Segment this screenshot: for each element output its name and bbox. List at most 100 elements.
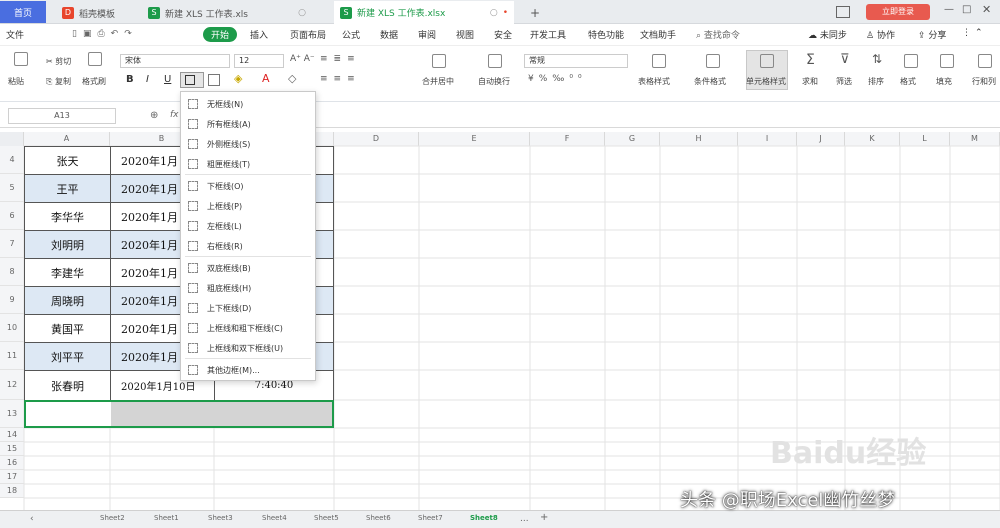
menu-review[interactable]: 审阅 bbox=[418, 28, 436, 41]
border-menu-item[interactable]: 粗底框线(H) bbox=[181, 278, 315, 298]
format-painter-button[interactable]: 格式刷 bbox=[82, 76, 106, 87]
name-cell[interactable]: 王平 bbox=[24, 174, 111, 203]
menu-share[interactable]: ⇪ 分享 bbox=[918, 28, 946, 41]
copy-button[interactable]: ⎘ 复制 bbox=[46, 76, 71, 87]
name-box[interactable]: A13 bbox=[8, 108, 116, 124]
cell-style-button[interactable]: 单元格样式 bbox=[746, 76, 786, 87]
menu-special[interactable]: 特色功能 bbox=[588, 28, 624, 41]
merge-center-button[interactable]: 合并居中 bbox=[422, 76, 454, 87]
cond-format-button[interactable]: 条件格式 bbox=[694, 76, 726, 87]
tab-xlsx-file-active[interactable]: S 新建 XLS 工作表.xlsx ○ • bbox=[334, 1, 514, 24]
name-cell[interactable]: 李建华 bbox=[24, 258, 111, 287]
search-command[interactable]: ⌕ 查找命令 bbox=[696, 28, 740, 41]
quick-access-icons[interactable]: ▯▣⎙↶↷ bbox=[72, 29, 138, 39]
italic-button[interactable]: I bbox=[146, 74, 149, 85]
border-menu-item[interactable]: 上框线(P) bbox=[181, 196, 315, 216]
sort-button[interactable]: 排序 bbox=[868, 76, 884, 87]
minimize-icon[interactable]: — bbox=[944, 4, 954, 15]
menu-doc-helper[interactable]: 文档助手 bbox=[640, 28, 676, 41]
fill-color-icon[interactable]: ◈ bbox=[234, 72, 242, 85]
sheet-tab[interactable]: Sheet3 bbox=[208, 514, 233, 522]
menu-insert[interactable]: 插入 bbox=[250, 28, 268, 41]
menu-security[interactable]: 安全 bbox=[494, 28, 512, 41]
fill-style-icon[interactable] bbox=[208, 74, 220, 86]
name-cell[interactable]: 黄国平 bbox=[24, 314, 111, 343]
tab-close-icon[interactable]: ○ bbox=[298, 8, 306, 18]
login-button[interactable]: 立即登录 bbox=[866, 4, 930, 20]
name-cell[interactable]: 周晓明 bbox=[24, 286, 111, 315]
paste-button[interactable]: 粘贴 bbox=[8, 76, 24, 87]
underline-button[interactable]: U bbox=[164, 74, 171, 85]
eraser-icon[interactable]: ◇ bbox=[288, 72, 296, 85]
menu-page-layout[interactable]: 页面布局 bbox=[290, 28, 326, 41]
tab-close-icon[interactable]: ○ bbox=[490, 8, 498, 18]
tab-docer-template[interactable]: D 稻壳模板 bbox=[56, 2, 121, 24]
sum-button[interactable]: 求和 bbox=[802, 76, 818, 87]
format-icon bbox=[904, 54, 918, 68]
border-menu-item[interactable]: 右框线(R) bbox=[181, 236, 315, 256]
fx-label[interactable]: fx bbox=[170, 110, 179, 120]
border-menu-item[interactable]: 无框线(N) bbox=[181, 94, 315, 114]
border-menu-item[interactable]: 上下框线(D) bbox=[181, 298, 315, 318]
window-layout-icon[interactable] bbox=[836, 6, 850, 18]
sheet-tab[interactable]: Sheet1 bbox=[154, 514, 179, 522]
selected-range[interactable] bbox=[24, 400, 334, 428]
border-menu-item[interactable]: 上框线和粗下框线(C) bbox=[181, 318, 315, 338]
border-button-active[interactable] bbox=[180, 72, 204, 88]
table-style-button[interactable]: 表格样式 bbox=[638, 76, 670, 87]
font-size-select[interactable]: 12 bbox=[234, 54, 284, 68]
number-format-icons[interactable]: ¥%‰⁰⁰ bbox=[528, 74, 587, 84]
auto-wrap-button[interactable]: 自动换行 bbox=[478, 76, 510, 87]
border-menu-item[interactable]: 所有框线(A) bbox=[181, 114, 315, 134]
menu-view[interactable]: 视图 bbox=[456, 28, 474, 41]
active-cell[interactable] bbox=[26, 402, 111, 426]
menu-dev-tools[interactable]: 开发工具 bbox=[530, 28, 566, 41]
border-menu-item[interactable]: 粗匣框线(T) bbox=[181, 154, 315, 174]
close-window-icon[interactable]: ✕ bbox=[982, 3, 991, 16]
name-cell[interactable]: 张天 bbox=[24, 146, 111, 175]
fill-button[interactable]: 填充 bbox=[936, 76, 952, 87]
sheet-tab[interactable]: Sheet4 bbox=[262, 514, 287, 522]
name-cell[interactable]: 刘平平 bbox=[24, 342, 111, 371]
menu-collab[interactable]: ♙ 协作 bbox=[866, 28, 895, 41]
sheet-nav-more[interactable]: ... bbox=[520, 514, 529, 524]
row-col-button[interactable]: 行和列 bbox=[972, 76, 996, 87]
sheet-tab[interactable]: Sheet7 bbox=[418, 514, 443, 522]
border-menu-item[interactable]: 下框线(O) bbox=[181, 176, 315, 196]
sheet-tab[interactable]: Sheet5 bbox=[314, 514, 339, 522]
new-tab-button[interactable]: + bbox=[524, 2, 546, 24]
name-cell[interactable]: 刘明明 bbox=[24, 230, 111, 259]
tab-home[interactable]: 首页 bbox=[0, 1, 46, 23]
border-menu-item[interactable]: 双底框线(B) bbox=[181, 258, 315, 278]
name-cell[interactable]: 张春明 bbox=[24, 370, 111, 401]
sheet-tab[interactable]: Sheet2 bbox=[100, 514, 125, 522]
name-cell[interactable]: 李华华 bbox=[24, 202, 111, 231]
maximize-icon[interactable]: □ bbox=[962, 4, 971, 15]
font-name-select[interactable]: 宋体 bbox=[120, 54, 230, 68]
cut-button[interactable]: ✂ 剪切 bbox=[46, 56, 71, 67]
menu-unsync[interactable]: ☁ 未同步 bbox=[808, 28, 847, 41]
filter-button[interactable]: 筛选 bbox=[836, 76, 852, 87]
menu-start[interactable]: 开始 bbox=[203, 27, 238, 42]
sheet-tab[interactable]: Sheet6 bbox=[366, 514, 391, 522]
menu-data[interactable]: 数据 bbox=[380, 28, 398, 41]
number-format-select[interactable]: 常规 bbox=[524, 54, 628, 68]
more-icons[interactable]: ⋮⌃ bbox=[962, 28, 987, 38]
tab-xls-file[interactable]: S 新建 XLS 工作表.xls ○ bbox=[142, 2, 312, 24]
font-color-icon[interactable]: A bbox=[262, 72, 270, 85]
zoom-icon[interactable]: ⊕ bbox=[150, 110, 158, 121]
menu-formula[interactable]: 公式 bbox=[342, 28, 360, 41]
align-top-icons[interactable]: ≡≣≡ bbox=[320, 54, 361, 64]
menu-file[interactable]: 文件 bbox=[6, 28, 24, 41]
font-grow-icon[interactable]: A⁺ A⁻ bbox=[290, 54, 315, 64]
border-menu-item[interactable]: 外侧框线(S) bbox=[181, 134, 315, 154]
format-button[interactable]: 格式 bbox=[900, 76, 916, 87]
align-left-icons[interactable]: ≡≡≡ bbox=[320, 74, 361, 84]
border-menu-item[interactable]: 上框线和双下框线(U) bbox=[181, 338, 315, 358]
sheet-tab[interactable]: Sheet8 bbox=[470, 514, 498, 522]
border-menu-item[interactable]: 其他边框(M)... bbox=[181, 360, 315, 380]
sheet-prev-icon[interactable]: ‹ bbox=[30, 514, 34, 524]
border-menu-item[interactable]: 左框线(L) bbox=[181, 216, 315, 236]
add-sheet-button[interactable]: + bbox=[540, 512, 548, 523]
bold-button[interactable]: B bbox=[126, 74, 134, 85]
